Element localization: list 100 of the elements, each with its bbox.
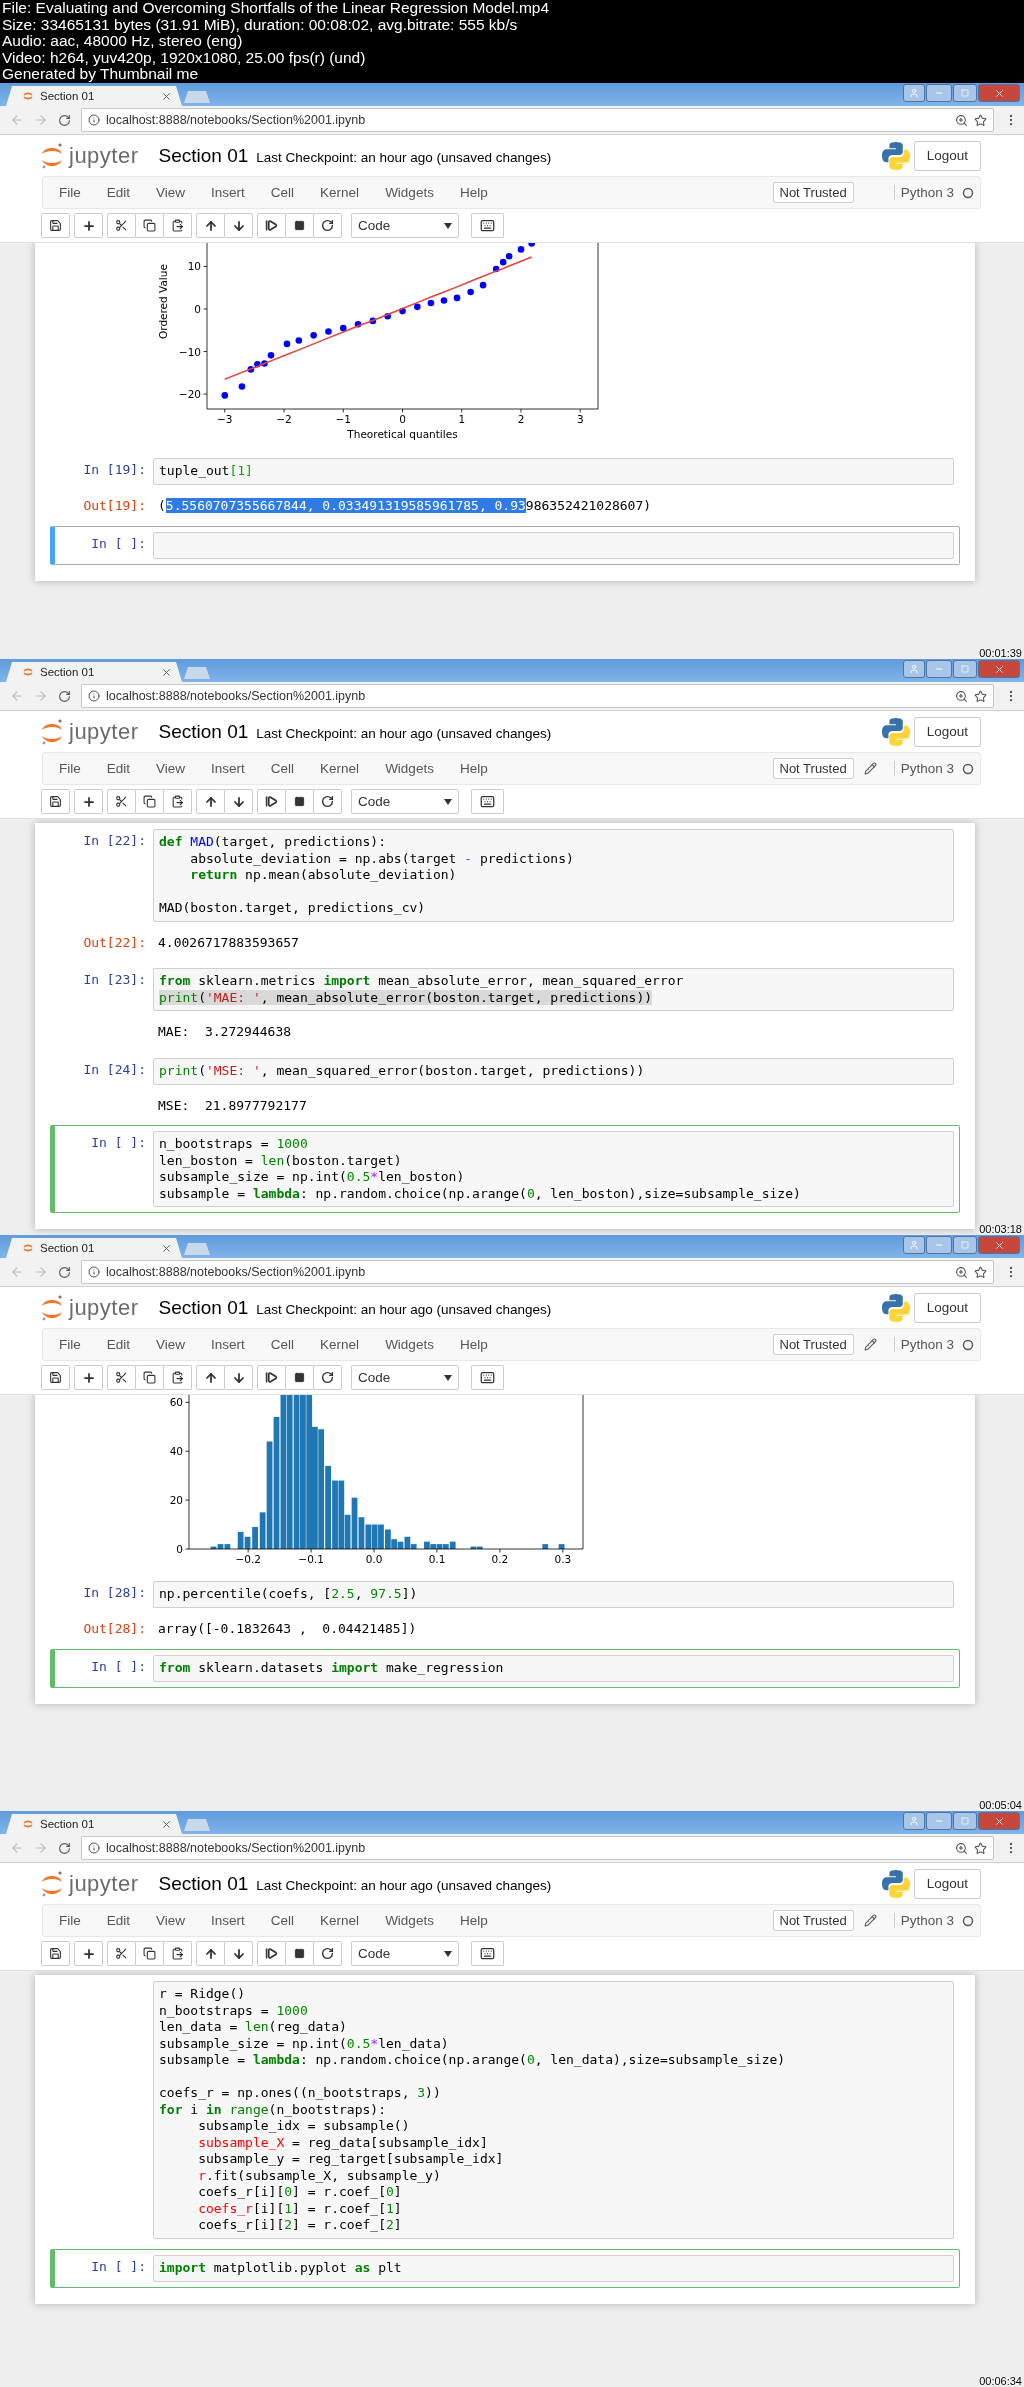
menu-item[interactable]: Insert <box>197 1337 257 1352</box>
notebook-title[interactable]: Section 01 <box>158 1296 249 1319</box>
browser-tab[interactable]: Section 01 <box>6 86 182 106</box>
logout-button[interactable]: Logout <box>913 716 981 747</box>
cell-type-select[interactable]: Code <box>351 1941 459 1966</box>
menu-item[interactable]: View <box>142 1337 198 1352</box>
browser-tab[interactable]: Section 01 <box>6 662 182 682</box>
notebook-cell[interactable]: In [24]: print('MSE: ', mean_squared_error(boston.target, predictions)) <box>50 1051 960 1091</box>
menu-item[interactable]: Edit <box>92 1913 143 1928</box>
menu-item[interactable]: Cell <box>256 1337 307 1352</box>
input-prompt: In [ ]: <box>91 2258 146 2274</box>
cell-type-select[interactable]: Code <box>351 213 459 238</box>
menu-item[interactable]: Widgets <box>371 1337 446 1352</box>
cell-type-select[interactable]: Code <box>351 1365 459 1390</box>
video-info-text: File: Evaluating and Overcoming Shortfalls of the Linear Regression Model.mp4 <box>2 0 550 17</box>
checkpoint-status: Last Checkpoint: an hour ago (unsaved changes) <box>256 150 552 165</box>
menu-item[interactable]: File <box>45 1913 93 1928</box>
code-line: for i in range(n_bootstraps): <box>159 2101 386 2118</box>
input-prompt: In [28]: <box>83 1585 146 1600</box>
code-input[interactable]: def MAD(target, predictions): absolute_deviation = np.abs(target - predictions) return np.mean(absolute_deviation) MAD(boston.target, predictions_cv) <box>153 829 954 922</box>
video-timestamp: 00:01:39 <box>979 647 1022 659</box>
menu-item[interactable]: Kernel <box>306 1913 372 1928</box>
menu-item[interactable]: File <box>45 1337 93 1352</box>
notebook-cell[interactable]: In [ ]: import matplotlib.pyplot as plt <box>50 2248 960 2288</box>
address-bar[interactable]: localhost:8888/notebooks/Section%2001.ipynb <box>81 108 994 132</box>
tick-label: 0 <box>399 413 406 425</box>
menu-item[interactable]: Kernel <box>306 185 372 200</box>
notebook-cell[interactable]: In [22]: def MAD(target, predictions): absolute_deviation = np.abs(target - predictions) return np.mean(absolute_deviation) MAD(boston.target, predictions_cv) <box>50 823 960 928</box>
menu-item[interactable]: Cell <box>256 1913 307 1928</box>
tick-label: −0.1 <box>298 1553 324 1565</box>
notebook-cell[interactable]: In [ ]: n_bootstraps = 1000 len_boston = len(boston.target) subsample_size = np.int(0.5*len_boston) subsample = lambda: np.random.choice(np.arange(0, len_boston),size=subsample_size) <box>50 1125 960 1213</box>
notebook-title[interactable]: Section 01 <box>158 1872 249 1895</box>
tick-label: −20 <box>178 388 201 401</box>
menu-item[interactable]: Insert <box>197 185 257 200</box>
logout-button[interactable]: Logout <box>913 1868 981 1899</box>
code-input[interactable]: from sklearn.datasets import make_regression <box>153 1654 954 1682</box>
notebook-cell[interactable]: In [ ]: from sklearn.datasets import make_regression <box>50 1648 960 1688</box>
menu-item[interactable]: File <box>45 185 93 200</box>
menu-item[interactable]: Insert <box>197 761 257 776</box>
menu-item[interactable]: Insert <box>197 1913 257 1928</box>
code-line: def MAD(target, predictions): <box>159 834 386 851</box>
menu-item[interactable]: Widgets <box>371 761 446 776</box>
notebook-title[interactable]: Section 01 <box>158 720 249 743</box>
video-timestamp: 00:05:04 <box>979 1799 1022 1811</box>
menu-item[interactable]: Cell <box>256 185 307 200</box>
browser-tab[interactable]: Section 01 <box>6 1814 182 1834</box>
trust-button[interactable]: Not Trusted <box>772 182 854 203</box>
kernel-name: Python 3 <box>893 761 954 776</box>
checkpoint-status: Last Checkpoint: an hour ago (unsaved changes) <box>256 1878 552 1893</box>
output-prompt: Out[19]: <box>83 498 146 513</box>
tick-label: −2 <box>276 413 292 425</box>
address-bar[interactable]: localhost:8888/notebooks/Section%2001.ipynb <box>81 1836 994 1860</box>
menu-item[interactable]: Kernel <box>306 761 372 776</box>
menu-item[interactable]: Kernel <box>306 1337 372 1352</box>
code-input[interactable]: n_bootstraps = 1000 len_boston = len(boston.target) subsample_size = np.int(0.5*len_boston) subsample = lambda: np.random.choice(np.arange(0, len_boston),size=subsample_size) <box>153 1131 954 1207</box>
address-bar[interactable]: localhost:8888/notebooks/Section%2001.ipynb <box>81 684 994 708</box>
trust-button[interactable]: Not Trusted <box>772 758 854 779</box>
menu-item[interactable]: Cell <box>256 761 307 776</box>
notebook-cell[interactable]: In [19]: tuple_out[1] <box>50 452 960 491</box>
jupyter-wordmark: jupyter <box>69 1294 139 1321</box>
code-line: subsample_size = np.int(0.5*len_data) <box>159 2035 449 2052</box>
menu-item[interactable]: Edit <box>92 185 143 200</box>
menu-item[interactable]: View <box>142 761 198 776</box>
menu-item[interactable]: Help <box>445 1337 500 1352</box>
code-line: subsample_X = reg_data[subsample_idx] <box>197 2134 488 2151</box>
code-input[interactable]: np.percentile(coefs, [2.5, 97.5]) <box>153 1581 954 1608</box>
code-line: r = Ridge() <box>159 1986 246 2003</box>
trust-button[interactable]: Not Trusted <box>772 1910 854 1931</box>
notebook-cell[interactable]: In [23]: from sklearn.metrics import mean_absolute_error, mean_squared_error print('MAE: ', mean_absolute_error(boston.target, predictions)) <box>50 962 960 1017</box>
output-text: MSE: 21.8977792177 <box>158 1097 307 1114</box>
notebook-cell[interactable]: In [28]: np.percentile(coefs, [2.5, 97.5]) <box>50 1575 960 1614</box>
trust-button[interactable]: Not Trusted <box>772 1334 854 1355</box>
notebook-title[interactable]: Section 01 <box>158 144 249 167</box>
menu-item[interactable]: Help <box>445 185 500 200</box>
menu-item[interactable]: View <box>142 185 198 200</box>
notebook-cell[interactable]: In [ ]: <box>50 525 960 565</box>
browser-tab[interactable]: Section 01 <box>6 1238 182 1258</box>
cell-type-select[interactable]: Code <box>351 789 459 814</box>
logout-button[interactable]: Logout <box>913 140 981 171</box>
menu-item[interactable]: View <box>142 1913 198 1928</box>
input-prompt: In [19]: <box>83 462 146 477</box>
code-input[interactable]: tuple_out[1] <box>153 458 954 485</box>
axis-label: Ordered Value <box>157 264 169 339</box>
logout-button[interactable]: Logout <box>913 1292 981 1323</box>
menu-item[interactable]: Help <box>445 761 500 776</box>
menu-item[interactable]: Widgets <box>371 185 446 200</box>
code-input[interactable]: import matplotlib.pyplot as plt <box>153 2254 954 2282</box>
checkpoint-status: Last Checkpoint: an hour ago (unsaved changes) <box>256 1302 552 1317</box>
video-info-text: Audio: aac, 48000 Hz, stereo (eng) <box>2 33 243 50</box>
menu-item[interactable]: Help <box>445 1913 500 1928</box>
code-line: absolute_deviation = np.abs(target - predictions) <box>189 850 574 867</box>
menu-item[interactable]: Widgets <box>371 1913 446 1928</box>
menu-item[interactable]: Edit <box>92 761 143 776</box>
code-input[interactable]: print('MSE: ', mean_squared_error(boston.target, predictions)) <box>153 1057 954 1085</box>
menu-item[interactable]: File <box>45 761 93 776</box>
kernel-name: Python 3 <box>893 185 954 200</box>
code-input[interactable]: from sklearn.metrics import mean_absolute_error, mean_squared_error print('MAE: ', mean_absolute_error(boston.target, predictions)) <box>153 968 954 1011</box>
address-bar[interactable]: localhost:8888/notebooks/Section%2001.ipynb <box>81 1260 994 1284</box>
video-info-text: Size: 33465131 bytes (31.91 MiB), duration: 00:08:02, avg.bitrate: 555 kb/s <box>2 16 518 34</box>
menu-item[interactable]: Edit <box>92 1337 143 1352</box>
